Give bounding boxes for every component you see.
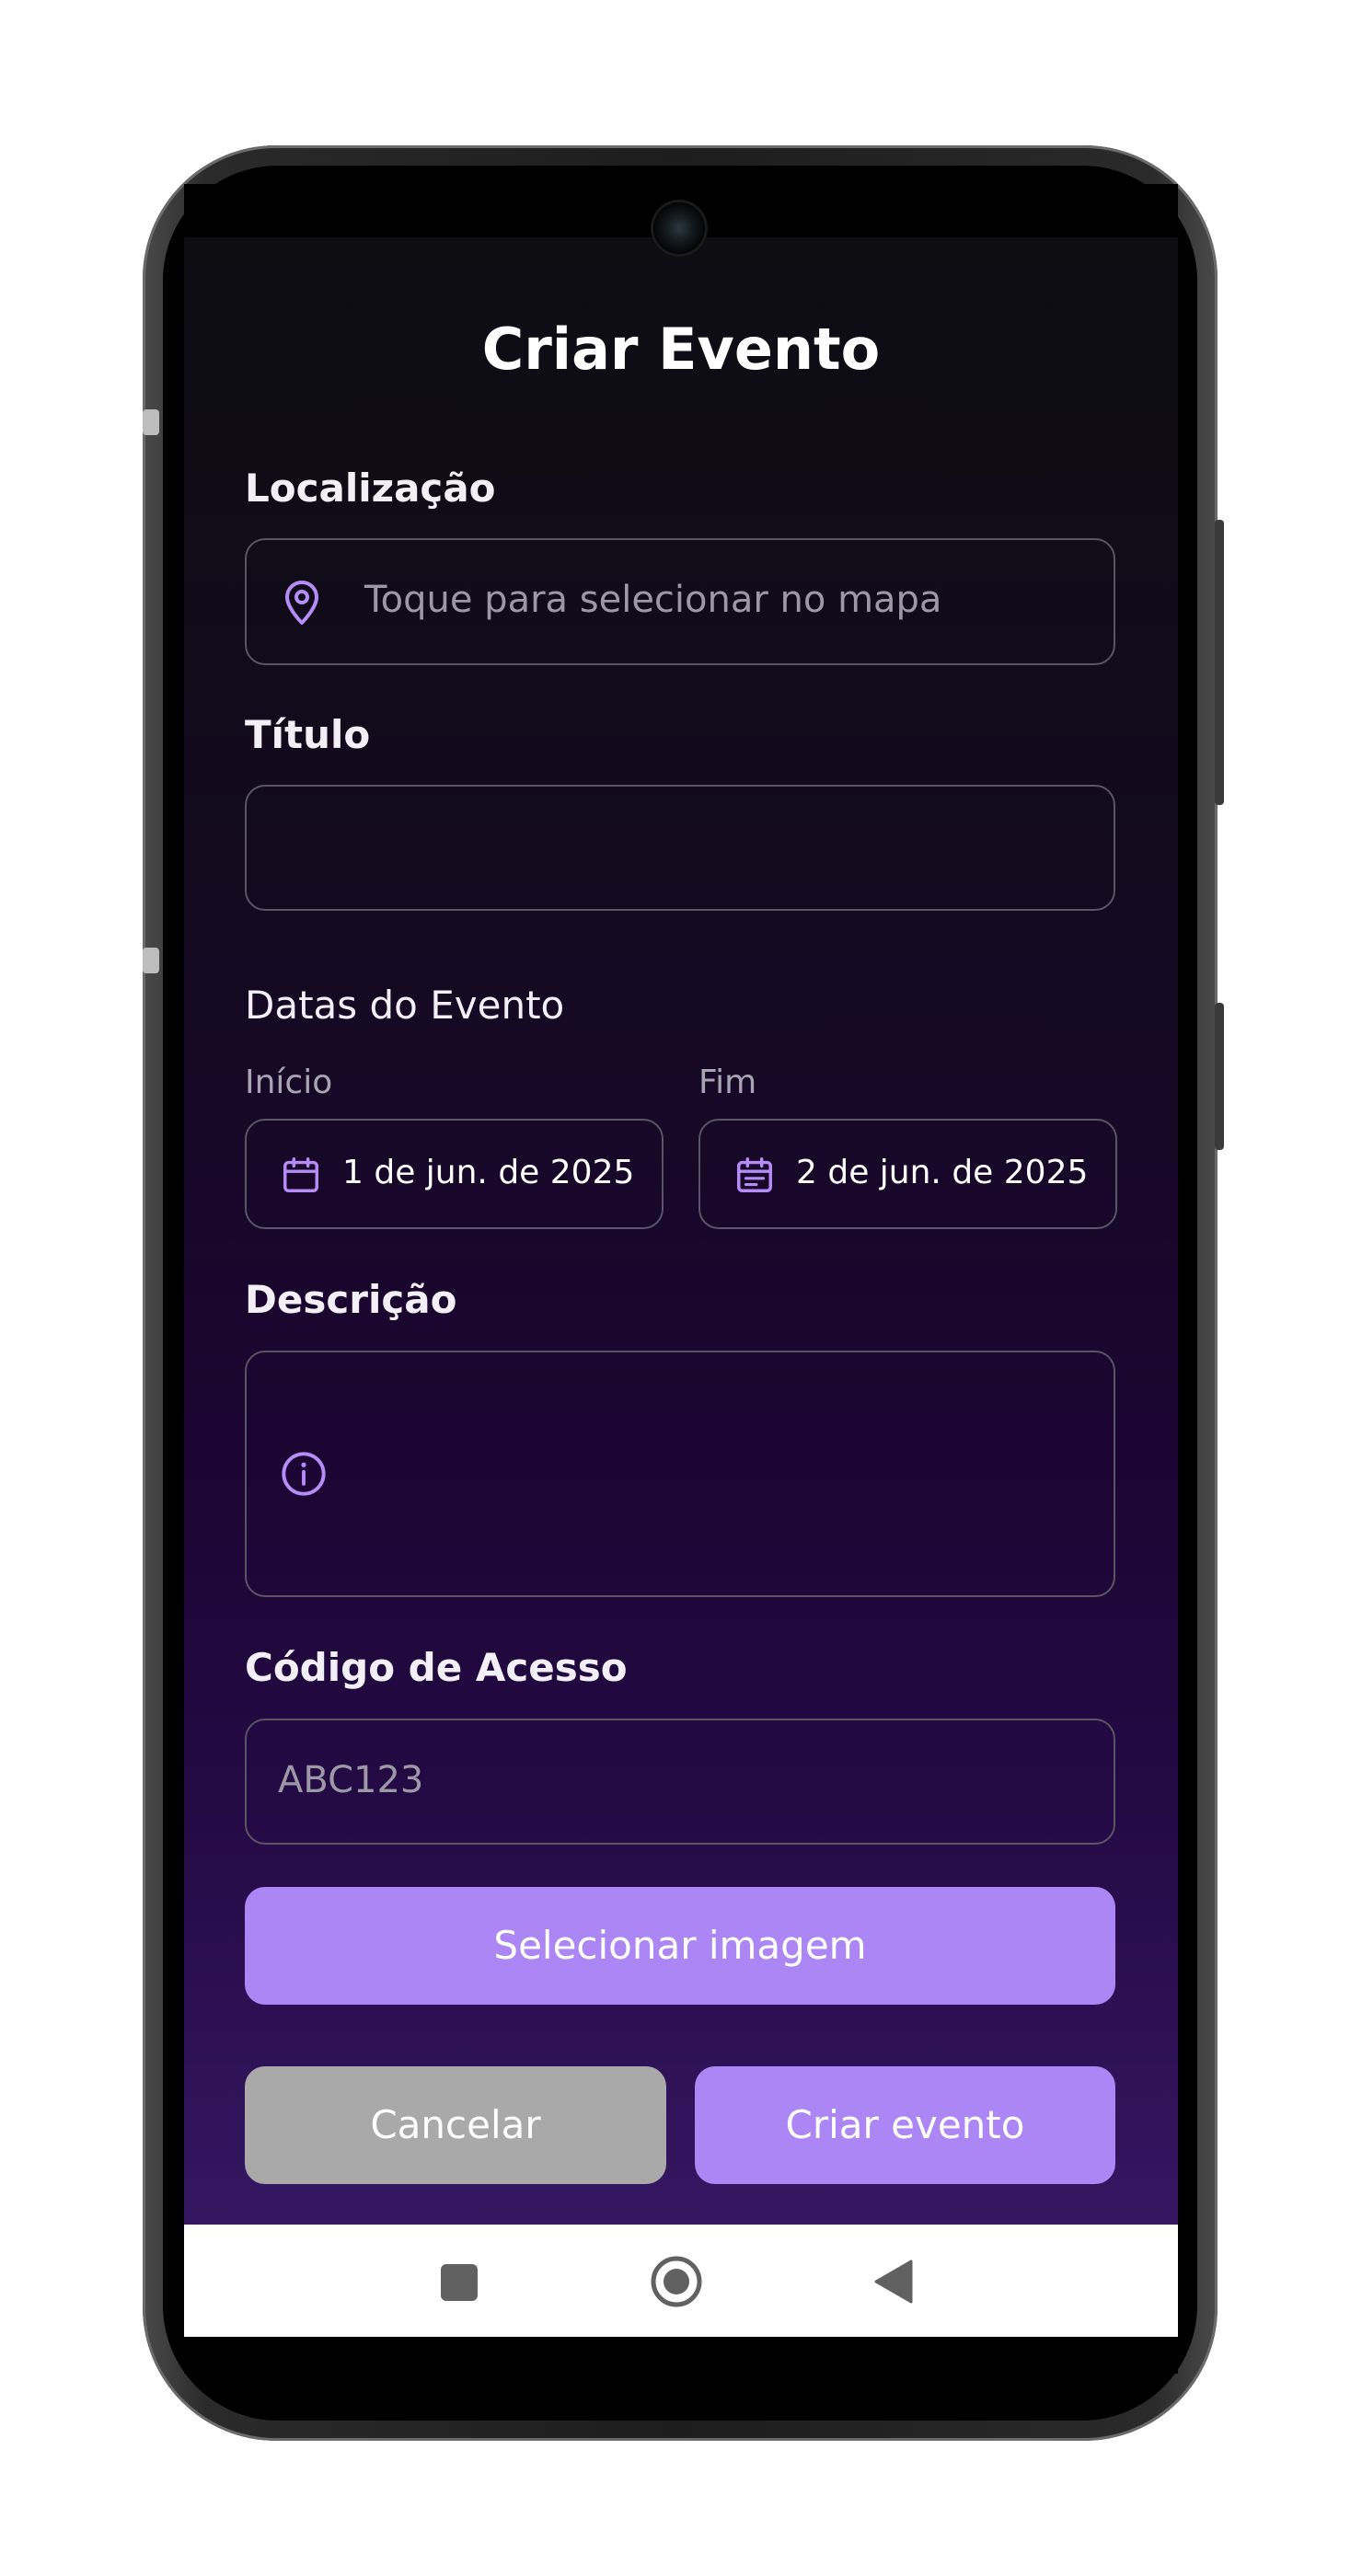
access-code-input[interactable]: ABC123 xyxy=(245,1719,1115,1845)
back-triangle-icon[interactable] xyxy=(872,2260,913,2304)
description-label: Descrição xyxy=(245,1277,457,1322)
home-circle-icon[interactable] xyxy=(650,2255,703,2308)
location-placeholder: Toque para selecionar no mapa xyxy=(364,579,942,621)
recents-square-icon[interactable] xyxy=(441,2264,478,2301)
front-camera xyxy=(653,202,705,254)
location-picker[interactable]: Toque para selecionar no mapa xyxy=(245,538,1115,665)
volume-button xyxy=(1215,1003,1224,1150)
cancel-button[interactable]: Cancelar xyxy=(245,2066,666,2184)
end-date-value: 2 de jun. de 2025 xyxy=(796,1154,1089,1191)
select-image-button[interactable]: Selecionar imagem xyxy=(245,1887,1115,2005)
calendar-icon xyxy=(280,1154,322,1196)
access-code-placeholder: ABC123 xyxy=(278,1759,424,1801)
page-title: Criar Evento xyxy=(481,316,881,383)
calendar-icon xyxy=(733,1154,776,1196)
start-date-picker[interactable]: 1 de jun. de 2025 xyxy=(245,1119,664,1229)
title-input[interactable] xyxy=(245,785,1115,911)
create-event-button[interactable]: Criar evento xyxy=(695,2066,1115,2184)
start-date-value: 1 de jun. de 2025 xyxy=(342,1154,635,1191)
info-icon xyxy=(280,1450,328,1498)
side-slot-bottom xyxy=(143,948,159,973)
description-input[interactable] xyxy=(245,1351,1115,1597)
start-date-label: Início xyxy=(245,1064,333,1101)
access-code-label: Código de Acesso xyxy=(245,1645,628,1690)
end-date-label: Fim xyxy=(698,1064,757,1101)
create-event-screen: Criar Evento Localização Toque para sele… xyxy=(184,237,1178,2337)
power-button xyxy=(1215,520,1224,805)
dates-section-label: Datas do Evento xyxy=(245,983,565,1028)
bottom-bezel xyxy=(184,2337,1178,2374)
end-date-picker[interactable]: 2 de jun. de 2025 xyxy=(698,1119,1117,1229)
navigation-bar xyxy=(184,2225,1178,2337)
location-label: Localização xyxy=(245,466,496,511)
title-label: Título xyxy=(245,712,371,757)
side-slot-top xyxy=(143,409,159,435)
map-pin-icon xyxy=(280,579,324,627)
